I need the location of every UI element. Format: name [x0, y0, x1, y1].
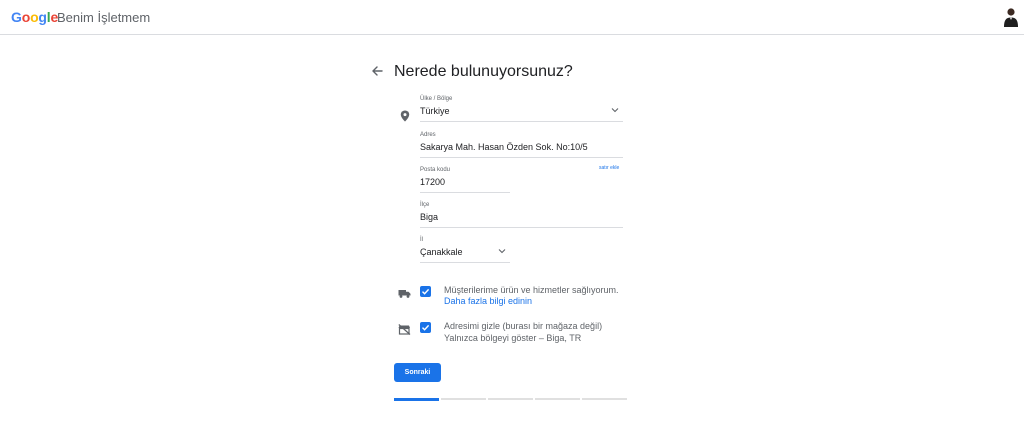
progress-step	[535, 398, 580, 400]
postal-code-value: 17200	[420, 177, 446, 187]
country-value: Türkiye	[420, 106, 450, 116]
district-field[interactable]: İlçe Biga	[420, 202, 623, 228]
country-label: Ülke / Bölge	[420, 96, 453, 102]
progress-step	[394, 397, 439, 401]
logo-letter: g	[38, 9, 47, 25]
postal-code-label: Posta kodu	[420, 167, 451, 173]
truck-icon	[398, 286, 411, 298]
google-logo[interactable]: Google	[11, 9, 58, 25]
chevron-down-icon	[611, 108, 619, 113]
person-avatar-icon	[1004, 8, 1018, 27]
province-value: Çanakkale	[420, 247, 463, 257]
learn-more-link[interactable]: Daha fazla bilgi edinin	[444, 296, 532, 306]
district-value: Biga	[420, 212, 439, 222]
account-avatar[interactable]	[1003, 7, 1019, 27]
postal-code-field[interactable]: Posta kodu 17200	[420, 167, 510, 193]
province-select[interactable]: İl Çanakkale	[420, 237, 510, 263]
logo-letter: o	[21, 9, 31, 25]
delivery-checkbox[interactable]	[420, 286, 431, 297]
logo-letter: G	[11, 9, 22, 25]
location-pin-icon	[400, 109, 410, 122]
hide-address-checkbox[interactable]	[420, 322, 431, 333]
progress-steps	[394, 397, 627, 401]
district-label: İlçe	[420, 202, 430, 208]
delivery-option-text: Müşterilerime ürün ve hizmetler sağlıyor…	[444, 285, 619, 295]
country-select[interactable]: Ülke / Bölge Türkiye	[420, 96, 623, 122]
address-field[interactable]: Adres Sakarya Mah. Hasan Özden Sok. No:1…	[420, 132, 623, 158]
progress-step	[441, 398, 486, 400]
progress-step	[582, 398, 627, 400]
checkmark-icon	[422, 324, 430, 331]
add-line-link[interactable]: satır ekle	[599, 165, 619, 171]
app-header: Google Benim İşletmem	[0, 0, 1024, 35]
address-value: Sakarya Mah. Hasan Özden Sok. No:10/5	[420, 142, 588, 152]
product-name: Benim İşletmem	[57, 10, 151, 25]
store-hidden-icon	[398, 322, 411, 335]
checkmark-icon	[422, 288, 430, 295]
next-button[interactable]: Sonraki	[394, 363, 441, 382]
hide-address-subtext: Yalnızca bölgeyi göster – Biga, TR	[444, 333, 582, 343]
hide-address-text: Adresimi gizle (burası bir mağaza değil)	[444, 321, 603, 331]
address-label: Adres	[420, 132, 436, 138]
page-title: Nerede bulunuyorsunuz?	[394, 63, 573, 80]
arrow-left-icon	[372, 66, 383, 76]
province-label: İl	[420, 237, 423, 243]
back-arrow-button[interactable]	[370, 64, 384, 78]
progress-step	[488, 398, 533, 400]
chevron-down-icon	[498, 249, 506, 254]
